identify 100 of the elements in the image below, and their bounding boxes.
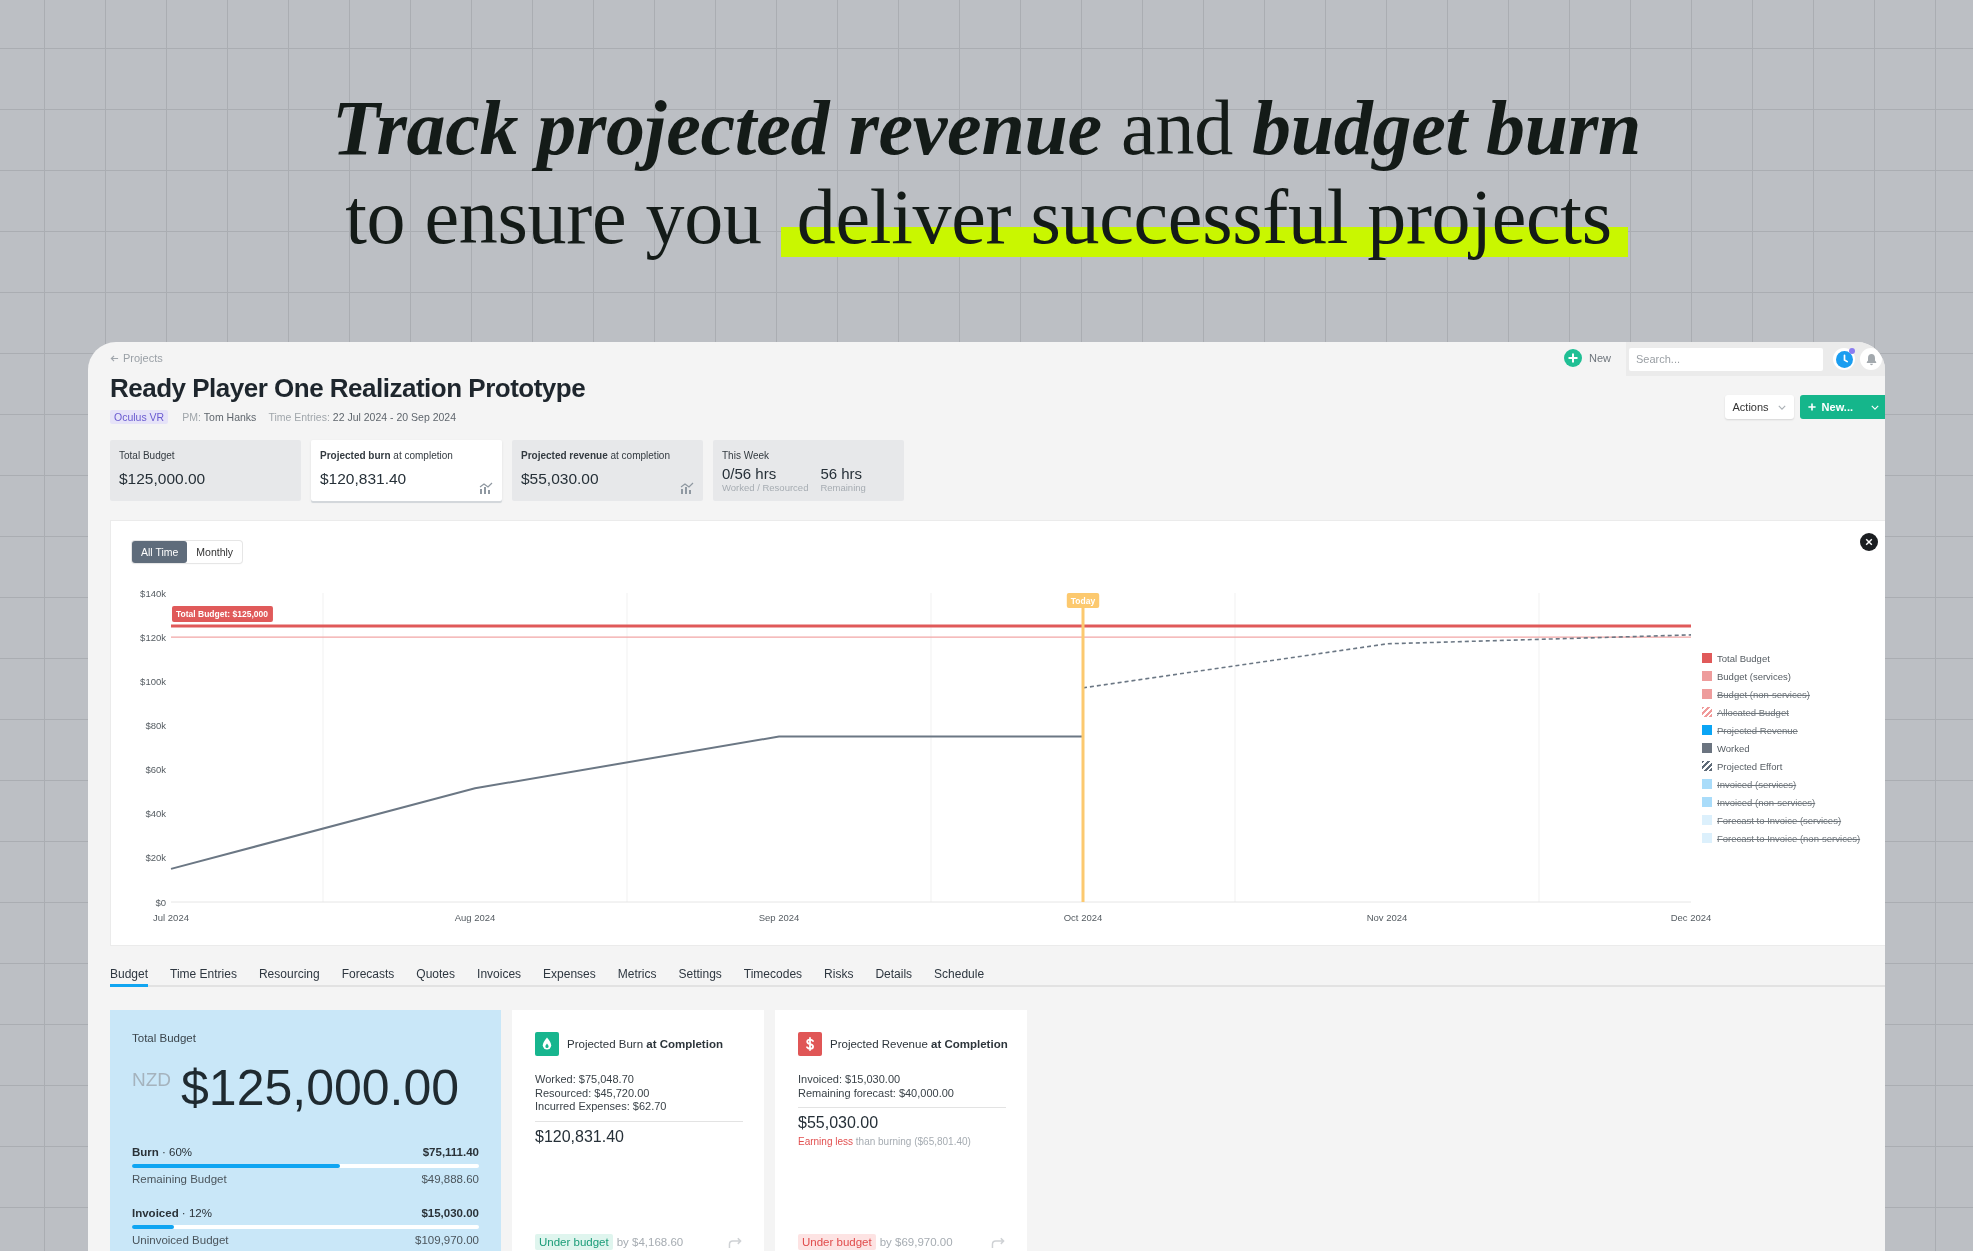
delta-text: by $69,970.00 bbox=[879, 1235, 953, 1250]
delta-text: by $4,168.60 bbox=[616, 1235, 684, 1250]
tab[interactable]: Budget bbox=[110, 957, 149, 987]
budget-amount: $125,000.00 bbox=[181, 1060, 460, 1116]
ref-line-label: Today bbox=[1070, 595, 1096, 606]
plus-icon bbox=[1807, 403, 1816, 411]
caret-icon bbox=[1871, 404, 1879, 410]
axis-label: $100k bbox=[140, 675, 166, 687]
legend-item[interactable]: Forecast to Invoice (services) bbox=[1702, 811, 1842, 829]
tab[interactable]: Details bbox=[875, 957, 913, 987]
range-tab[interactable]: All Time bbox=[132, 541, 188, 563]
stat-label: Total Budget bbox=[119, 449, 175, 462]
share-icon[interactable] bbox=[991, 1235, 1006, 1249]
legend-item[interactable]: Projected Revenue bbox=[1702, 721, 1798, 739]
remainder-label: Uninvoiced Budget bbox=[132, 1233, 229, 1248]
new-button[interactable]: New bbox=[1564, 349, 1611, 367]
detail-line: Worked: $75,048.70 bbox=[535, 1073, 634, 1087]
stat-label: This Week bbox=[722, 449, 770, 462]
card-title: Projected Burn at Completion bbox=[567, 1038, 723, 1050]
drop-icon bbox=[535, 1032, 559, 1056]
annotation: Total Budget: $125,000 bbox=[176, 609, 269, 620]
client-tag: Oculus VR bbox=[110, 410, 169, 424]
today-tag: Today bbox=[1066, 593, 1100, 608]
legend-item[interactable]: Forecast to Invoice (non-services) bbox=[1702, 829, 1861, 847]
tab[interactable]: Invoices bbox=[477, 957, 522, 987]
card-title: Projected Revenue at Completion bbox=[830, 1038, 1008, 1050]
tab[interactable]: Expenses bbox=[543, 957, 596, 987]
timer-button[interactable] bbox=[1833, 348, 1855, 370]
tab[interactable]: Resourcing bbox=[258, 957, 320, 987]
legend-item[interactable]: Invoiced (non-services) bbox=[1702, 793, 1816, 811]
actions-button[interactable]: Actions bbox=[1724, 395, 1794, 419]
stat-value: $55,030.00 bbox=[521, 469, 599, 488]
stat-caption: Remaining bbox=[820, 482, 866, 494]
meter-label: Invoiced · 12% bbox=[132, 1206, 212, 1221]
axis-label: Nov 2024 bbox=[1366, 912, 1408, 923]
status-note: Earning less than burning ($65,801.40) bbox=[798, 1135, 971, 1148]
stat-card[interactable]: Projected burn at completion $120,831.40 bbox=[311, 440, 502, 501]
stat-caption: Worked / Resourced bbox=[722, 482, 809, 494]
stat-value: 0/56 hrs bbox=[722, 465, 777, 482]
tab[interactable]: Quotes bbox=[416, 957, 456, 987]
tab[interactable]: Risks bbox=[824, 957, 854, 987]
tab[interactable]: Schedule bbox=[934, 957, 985, 987]
tab[interactable]: Metrics bbox=[617, 957, 657, 987]
stat-card[interactable]: This Week 0/56 hrs Worked / Resourced 56 hrs Remaining bbox=[713, 440, 904, 501]
detail-line: Remaining forecast: $40,000.00 bbox=[798, 1086, 954, 1100]
legend-item[interactable]: Total Budget bbox=[1702, 649, 1770, 667]
dollar-icon bbox=[798, 1032, 822, 1056]
range-tab[interactable]: Monthly bbox=[187, 541, 243, 563]
card-label: Total Budget bbox=[132, 1031, 196, 1046]
axis-label: $80k bbox=[145, 719, 166, 731]
close-icon bbox=[1865, 538, 1873, 546]
axis-label: $0 bbox=[155, 896, 166, 908]
remainder-amount: $109,970.00 bbox=[415, 1233, 479, 1248]
stat-card[interactable]: Total Budget $125,000.00 bbox=[110, 440, 301, 501]
legend-item[interactable]: Budget (non-services) bbox=[1702, 685, 1810, 703]
close-button[interactable] bbox=[1860, 533, 1878, 551]
detail-line: Incurred Expenses: $62.70 bbox=[535, 1100, 667, 1114]
axis-label: Dec 2024 bbox=[1670, 912, 1712, 923]
stat-value: $125,000.00 bbox=[119, 469, 206, 488]
detail-line: Resourced: $45,720.00 bbox=[535, 1086, 650, 1100]
detail-line: Invoiced: $15,030.00 bbox=[798, 1073, 901, 1087]
card-total: $55,030.00 bbox=[798, 1114, 879, 1132]
stat-card[interactable]: Projected revenue at completion $55,030.00 bbox=[512, 440, 703, 501]
chart-icon[interactable] bbox=[479, 482, 493, 494]
time-entries-dates: 22 Jul 2024 - 20 Sep 2024 bbox=[332, 411, 457, 423]
chart-icon[interactable] bbox=[680, 482, 694, 494]
stat-label: Projected revenue at completion bbox=[521, 449, 670, 462]
legend-item[interactable]: Allocated Budget bbox=[1702, 703, 1789, 721]
legend-item[interactable]: Invoiced (services) bbox=[1702, 775, 1797, 793]
pm-label: PM: bbox=[182, 411, 201, 423]
axis-label: Jul 2024 bbox=[153, 912, 189, 923]
notifications-button[interactable] bbox=[1860, 348, 1882, 370]
tab[interactable]: Timecodes bbox=[743, 957, 803, 987]
meter-amount: $75,111.40 bbox=[422, 1145, 479, 1160]
axis-label: Oct 2024 bbox=[1063, 912, 1103, 923]
meter-amount: $15,030.00 bbox=[421, 1206, 479, 1221]
caret-icon bbox=[1777, 404, 1786, 410]
status-tag: Under budget bbox=[798, 1234, 876, 1250]
search-field[interactable]: Search... bbox=[1629, 347, 1823, 371]
time-entries-label: Time Entries: bbox=[268, 411, 330, 423]
stat-value: 56 hrs bbox=[820, 465, 863, 482]
tab[interactable]: Time Entries bbox=[170, 957, 237, 987]
legend-item[interactable]: Projected Effort bbox=[1702, 757, 1783, 775]
status-tag: Under budget bbox=[535, 1234, 613, 1250]
legend-item[interactable]: Budget (services) bbox=[1702, 667, 1791, 685]
tab[interactable]: Forecasts bbox=[341, 957, 395, 987]
axis-label: $40k bbox=[145, 808, 166, 820]
stat-label: Projected burn at completion bbox=[320, 449, 453, 462]
currency-code: NZD bbox=[132, 1069, 172, 1091]
axis-label: $120k bbox=[140, 631, 166, 643]
project-title: Ready Player One Realization Prototype bbox=[110, 373, 586, 403]
back-arrow-icon bbox=[110, 354, 119, 363]
tab[interactable]: Settings bbox=[678, 957, 722, 987]
plus-circle-icon bbox=[1564, 349, 1582, 367]
share-icon[interactable] bbox=[728, 1235, 743, 1249]
budget-tag: Total Budget: $125,000 bbox=[172, 606, 273, 623]
dropdown-button[interactable] bbox=[1865, 395, 1885, 419]
axis-label: $20k bbox=[145, 852, 166, 864]
remainder-amount: $49,888.60 bbox=[421, 1172, 479, 1187]
legend-item[interactable]: Worked bbox=[1702, 739, 1750, 757]
